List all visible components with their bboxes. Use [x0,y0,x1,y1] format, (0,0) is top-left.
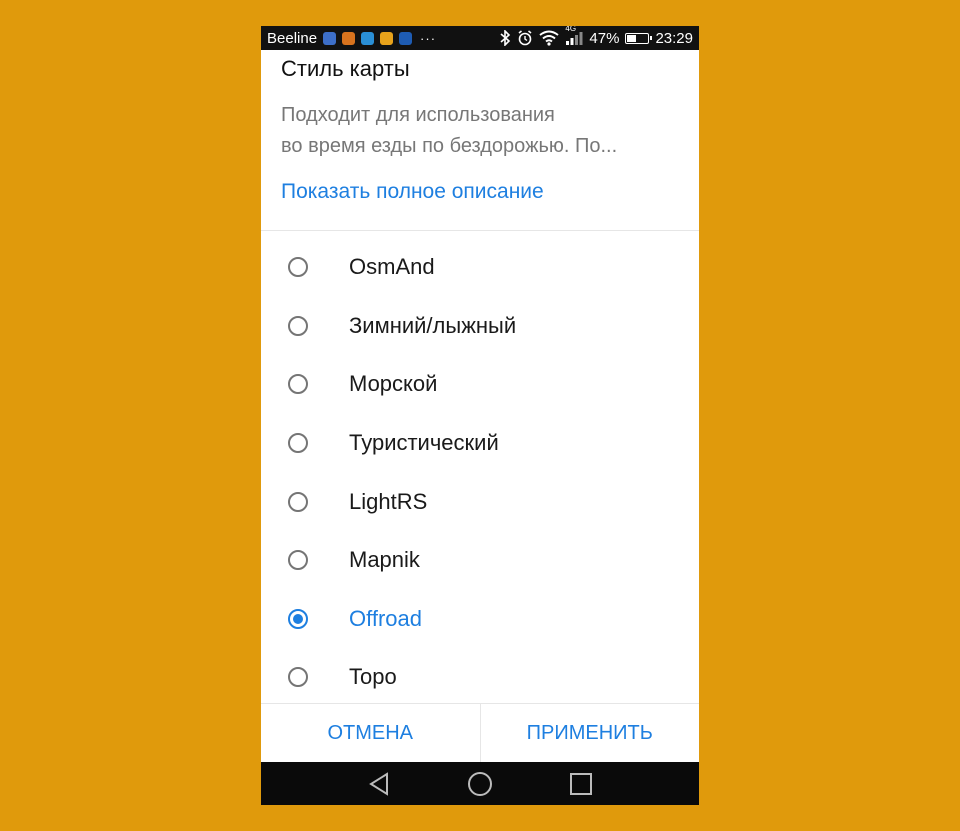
radio-button[interactable] [288,315,308,336]
option-label: Зимний/лыжный [349,312,517,338]
alarm-icon [518,30,532,46]
battery-percent: 47% [589,29,620,47]
option-osmand[interactable]: OsmAnd [261,241,699,300]
option-label: Mapnik [349,547,420,573]
option-touring[interactable]: Туристический [261,417,699,476]
map-style-options: OsmAnd Зимний/лыжный Морской Туристическ… [261,241,699,710]
more-notifications-icon: ··· [420,30,437,46]
radio-button[interactable] [288,257,308,278]
recents-square-icon[interactable] [569,771,593,797]
notification-app-icon [380,31,394,45]
style-description: Подходит для использования во время езды… [281,100,681,162]
option-winter-ski[interactable]: Зимний/лыжный [261,300,699,359]
notification-app-icon [323,31,337,45]
cellular-signal-icon: 4G [565,26,583,46]
carrier-name: Beeline [267,29,318,47]
navigation-bar [261,762,699,805]
notification-app-icon [361,31,375,45]
cancel-button[interactable]: ОТМЕНА [261,704,481,763]
dialog-buttons: ОТМЕНА ПРИМЕНИТЬ [261,703,699,763]
radio-button[interactable] [288,550,308,571]
notification-app-icon [342,31,356,45]
clock: 23:29 [655,29,693,47]
radio-button[interactable] [288,374,308,395]
option-offroad[interactable]: Offroad [261,593,699,652]
description-line: во время езды по бездорожью. По... [281,135,618,157]
bluetooth-icon [500,30,511,46]
option-label: LightRS [349,488,428,514]
wifi-icon [539,30,560,46]
battery-icon [625,32,653,44]
option-label: Topo [349,664,397,690]
phone-screen: Beeline ··· 4G 47% 23:29 Стиль карты Под… [261,26,699,805]
option-label: OsmAnd [349,254,435,280]
option-topo[interactable]: Topo [261,651,699,710]
option-label: Offroad [349,605,422,631]
option-label: Морской [349,371,438,397]
radio-button[interactable] [288,433,308,454]
status-bar: Beeline ··· 4G 47% 23:29 [261,26,699,50]
option-lightrs[interactable]: LightRS [261,475,699,534]
description-line: Подходит для использования [281,104,555,126]
radio-button-selected[interactable] [288,608,308,629]
dialog-title: Стиль карты [281,56,410,81]
option-nautical[interactable]: Морской [261,358,699,417]
option-mapnik[interactable]: Mapnik [261,534,699,593]
back-triangle-icon[interactable] [367,771,391,797]
home-circle-icon[interactable] [467,771,493,797]
radio-button[interactable] [288,491,308,512]
divider [261,230,699,231]
radio-button[interactable] [288,667,308,688]
apply-button[interactable]: ПРИМЕНИТЬ [481,704,700,763]
option-label: Туристический [349,430,499,456]
notification-app-icon [399,31,413,45]
show-full-description-link[interactable]: Показать полное описание [281,180,544,204]
